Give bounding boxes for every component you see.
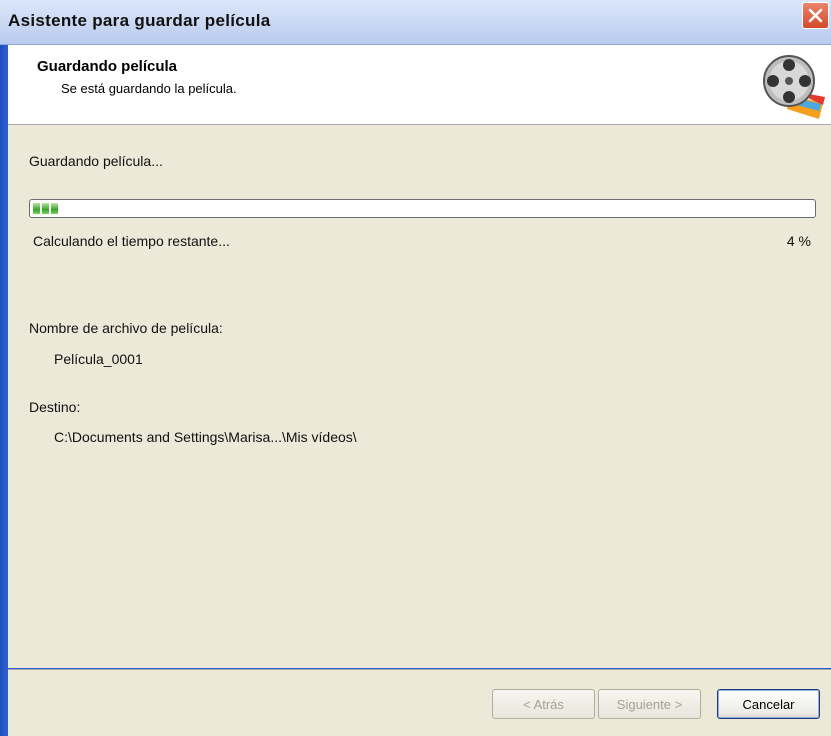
- filename-label: Nombre de archivo de película:: [29, 320, 223, 336]
- content-area: Guardando película... Calculando el tiem…: [8, 125, 831, 668]
- wizard-header: Guardando película Se está guardando la …: [8, 45, 831, 125]
- cancel-button[interactable]: Cancelar: [717, 689, 820, 719]
- progress-fill: [33, 203, 58, 214]
- destination-value: C:\Documents and Settings\Marisa...\Mis …: [54, 429, 357, 445]
- save-movie-wizard-window: Asistente para guardar película Guardand…: [0, 0, 831, 736]
- header-title: Guardando película: [37, 58, 178, 75]
- window-title: Asistente para guardar película: [8, 11, 271, 30]
- wizard-footer: < Atrás Siguiente > Cancelar: [8, 669, 831, 736]
- save-progress-bar: [29, 199, 816, 218]
- back-button[interactable]: < Atrás: [492, 689, 595, 719]
- next-button[interactable]: Siguiente >: [598, 689, 701, 719]
- close-icon: [808, 8, 823, 23]
- progress-block: [51, 203, 58, 214]
- progress-block: [33, 203, 40, 214]
- progress-percent-label: 4 %: [786, 233, 811, 249]
- progress-block: [42, 203, 49, 214]
- header-subtitle: Se está guardando la película.: [61, 81, 237, 96]
- status-text: Guardando película...: [29, 153, 163, 169]
- title-bar[interactable]: Asistente para guardar película: [0, 0, 831, 45]
- destination-label: Destino:: [29, 399, 81, 415]
- time-remaining-text: Calculando el tiempo restante...: [33, 233, 230, 249]
- filename-value: Película_0001: [54, 351, 143, 367]
- film-reel-icon: [763, 55, 825, 119]
- close-button[interactable]: [802, 2, 829, 29]
